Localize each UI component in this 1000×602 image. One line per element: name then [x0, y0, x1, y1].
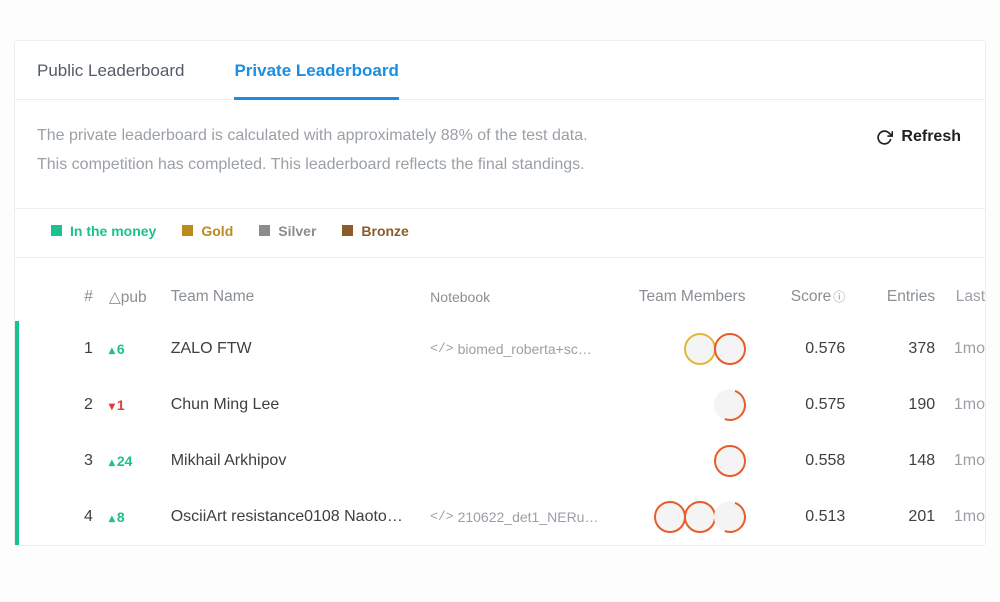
table-row[interactable]: 48OsciiArt resistance0108 Naoto…</> 2106… — [15, 489, 985, 545]
cell-notebook[interactable]: </> biomed_roberta+sc… — [430, 341, 616, 357]
cell-last: 1mo — [935, 396, 985, 414]
tab-public-leaderboard[interactable]: Public Leaderboard — [37, 41, 184, 99]
table-body: 16ZALO FTW</> biomed_roberta+sc…0.576378… — [15, 321, 985, 545]
header-members: Team Members — [616, 288, 746, 306]
table-header: # △pub Team Name Notebook Team Members S… — [15, 258, 985, 321]
cell-rank: 4 — [15, 508, 109, 526]
legend-silver: Silver — [259, 223, 316, 239]
tab-bar: Public Leaderboard Private Leaderboard — [15, 41, 985, 100]
cell-notebook[interactable]: </> 210622_det1_NERu… — [430, 509, 616, 525]
cell-delta: 6 — [109, 341, 171, 357]
money-edge-marker — [15, 321, 19, 545]
info-row: The private leaderboard is calculated wi… — [15, 100, 985, 209]
cell-team-name: Mikhail Arkhipov — [171, 452, 430, 470]
avatar[interactable] — [708, 383, 751, 426]
medal-legend: In the money Gold Silver Bronze — [15, 209, 985, 258]
cell-members — [616, 445, 746, 477]
header-rank: # — [15, 288, 109, 306]
header-team: Team Name — [171, 288, 430, 306]
header-notebook: Notebook — [430, 289, 616, 305]
cell-team-name: Chun Ming Lee — [171, 396, 430, 414]
cell-entries: 148 — [845, 452, 935, 470]
cell-team-name: ZALO FTW — [171, 340, 430, 358]
cell-members — [616, 501, 746, 533]
legend-money-label: In the money — [70, 223, 156, 239]
swatch-money — [51, 225, 62, 236]
avatar[interactable] — [708, 495, 751, 538]
notebook-name: biomed_roberta+sc… — [458, 341, 592, 357]
legend-gold-label: Gold — [201, 223, 233, 239]
cell-last: 1mo — [935, 452, 985, 470]
header-score: Scoreⓘ — [746, 288, 846, 306]
cell-rank: 3 — [15, 452, 109, 470]
cell-entries: 378 — [845, 340, 935, 358]
cell-rank: 1 — [15, 340, 109, 358]
cell-delta: 8 — [109, 509, 171, 525]
cell-last: 1mo — [935, 340, 985, 358]
refresh-label: Refresh — [901, 128, 961, 146]
cell-score: 0.575 — [746, 396, 846, 414]
cell-members — [616, 333, 746, 365]
cell-last: 1mo — [935, 508, 985, 526]
table-row[interactable]: 16ZALO FTW</> biomed_roberta+sc… 0.576378… — [15, 321, 985, 377]
legend-money: In the money — [51, 223, 156, 239]
avatar[interactable] — [714, 445, 746, 477]
table-row[interactable]: 21Chun Ming Lee 0.5751901mo — [15, 377, 985, 433]
table-row[interactable]: 324Mikhail Arkhipov 0.5581481mo — [15, 433, 985, 489]
info-text: The private leaderboard is calculated wi… — [37, 122, 588, 180]
header-score-label: Score — [791, 288, 832, 305]
header-entries: Entries — [845, 288, 935, 306]
cell-rank: 2 — [15, 396, 109, 414]
refresh-button[interactable]: Refresh — [876, 128, 961, 146]
legend-gold: Gold — [182, 223, 233, 239]
info-line-2: This competition has completed. This lea… — [37, 151, 588, 180]
leaderboard-card: Public Leaderboard Private Leaderboard T… — [14, 40, 986, 546]
cell-delta: 24 — [109, 453, 171, 469]
swatch-gold — [182, 225, 193, 236]
swatch-bronze — [342, 225, 353, 236]
tab-private-leaderboard[interactable]: Private Leaderboard — [234, 41, 398, 100]
legend-silver-label: Silver — [278, 223, 316, 239]
legend-bronze: Bronze — [342, 223, 408, 239]
avatar[interactable] — [684, 333, 716, 365]
help-icon[interactable]: ⓘ — [833, 290, 845, 304]
avatar[interactable] — [684, 501, 716, 533]
cell-delta: 1 — [109, 397, 171, 413]
header-last: Last — [935, 288, 985, 306]
leaderboard-grid: # △pub Team Name Notebook Team Members S… — [15, 258, 985, 545]
avatar[interactable] — [654, 501, 686, 533]
cell-members — [616, 389, 746, 421]
swatch-silver — [259, 225, 270, 236]
code-icon: </> — [430, 341, 453, 356]
avatar[interactable] — [714, 333, 746, 365]
cell-score: 0.513 — [746, 508, 846, 526]
header-delta: △pub — [109, 288, 171, 307]
cell-score: 0.558 — [746, 452, 846, 470]
code-icon: </> — [430, 509, 453, 524]
notebook-name: 210622_det1_NERu… — [458, 509, 599, 525]
refresh-icon — [876, 129, 893, 146]
cell-entries: 201 — [845, 508, 935, 526]
cell-team-name: OsciiArt resistance0108 Naoto… — [171, 508, 430, 526]
legend-bronze-label: Bronze — [361, 223, 408, 239]
cell-entries: 190 — [845, 396, 935, 414]
cell-score: 0.576 — [746, 340, 846, 358]
info-line-1: The private leaderboard is calculated wi… — [37, 122, 588, 151]
